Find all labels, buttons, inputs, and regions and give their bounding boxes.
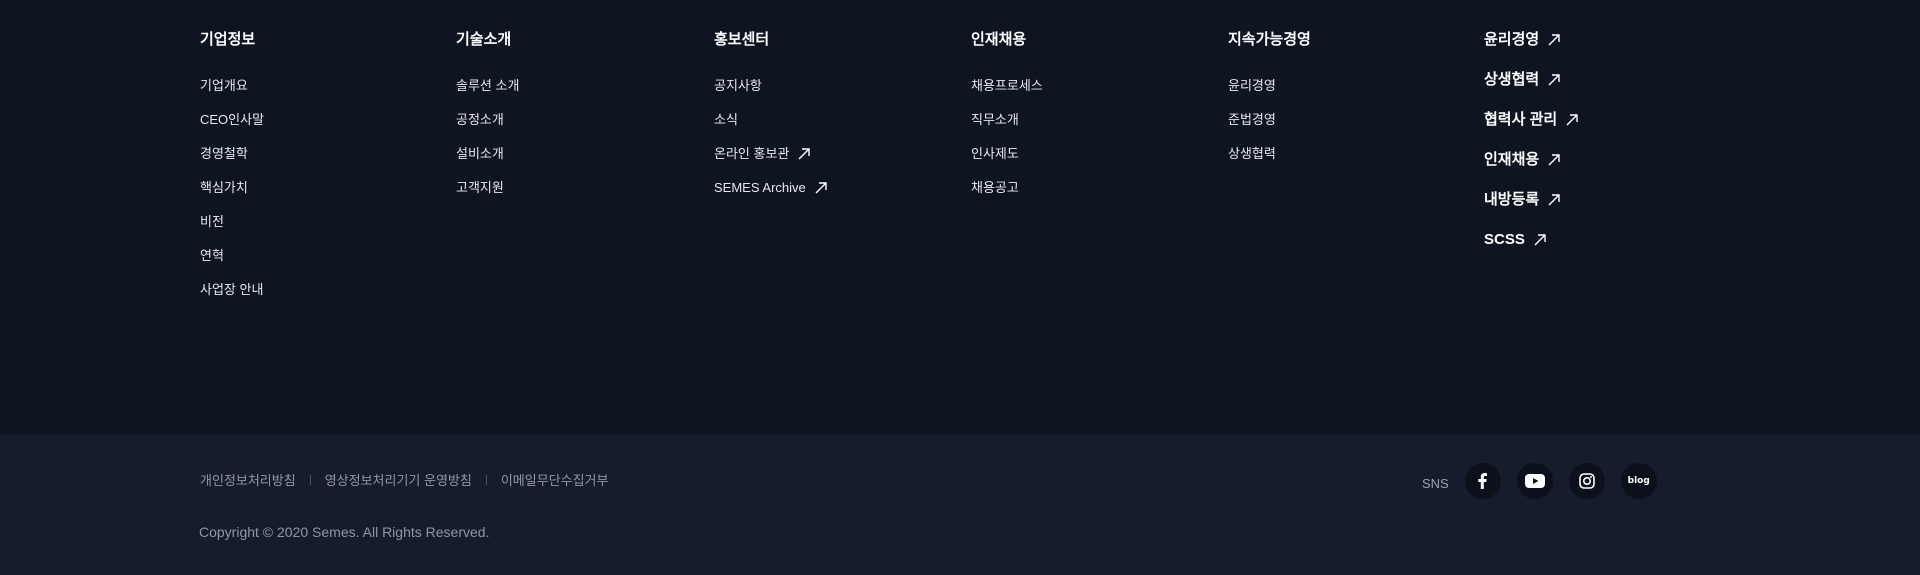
column-title[interactable]: 기업정보 <box>200 30 264 50</box>
policy-links: 개인정보처리방침 영상정보처리기기 운영방침 이메일무단수집거부 <box>200 470 608 489</box>
sitemap-column-technology: 기술소개 솔루션 소개 공정소개 설비소개 고객지원 <box>456 30 519 212</box>
sitemap-link[interactable]: 솔루션 소개 <box>456 76 519 110</box>
sitemap-link[interactable]: 경영철학 <box>200 144 264 178</box>
sitemap-link[interactable]: 사업장 안내 <box>200 280 264 314</box>
facebook-icon[interactable] <box>1464 463 1501 499</box>
sitemap-link[interactable]: 비전 <box>200 212 264 246</box>
quick-link[interactable]: 협력사 관리 <box>1484 110 1579 150</box>
footer-sitemap: 기업정보 기업개요 CEO인사말 경영철학 핵심가치 비전 연혁 사업장 안내 … <box>0 0 1920 434</box>
blog-icon[interactable]: blog <box>1620 463 1657 499</box>
sitemap-link[interactable]: 공지사항 <box>714 76 828 110</box>
column-title[interactable]: 인재채용 <box>971 30 1043 50</box>
privacy-policy-link[interactable]: 개인정보처리방침 <box>200 470 296 489</box>
sitemap-column-recruit: 인재채용 채용프로세스 직무소개 인사제도 채용공고 <box>971 30 1043 212</box>
sitemap-link[interactable]: 윤리경영 <box>1228 76 1311 110</box>
footer-bottom-bar: 개인정보처리방침 영상정보처리기기 운영방침 이메일무단수집거부 Copyrig… <box>0 434 1920 575</box>
youtube-icon[interactable] <box>1516 463 1553 499</box>
external-link-icon <box>1547 193 1561 207</box>
sns-links: SNS blog <box>1422 463 1657 499</box>
sitemap-link[interactable]: 인사제도 <box>971 144 1043 178</box>
quick-link[interactable]: 윤리경영 <box>1484 30 1579 70</box>
sitemap-link-external[interactable]: 온라인 홍보관 <box>714 144 828 178</box>
sitemap-link[interactable]: 설비소개 <box>456 144 519 178</box>
sitemap-link[interactable]: 연혁 <box>200 246 264 280</box>
sitemap-column-company: 기업정보 기업개요 CEO인사말 경영철학 핵심가치 비전 연혁 사업장 안내 <box>200 30 264 314</box>
sitemap-link[interactable]: 채용공고 <box>971 178 1043 212</box>
sitemap-link[interactable]: 채용프로세스 <box>971 76 1043 110</box>
external-link-icon <box>1547 33 1561 47</box>
external-link-icon <box>1565 113 1579 127</box>
sitemap-column-pr: 홍보센터 공지사항 소식 온라인 홍보관 SEMES Archive <box>714 30 828 212</box>
sitemap-link[interactable]: 소식 <box>714 110 828 144</box>
sitemap-link[interactable]: 공정소개 <box>456 110 519 144</box>
sitemap-link[interactable]: 준법경영 <box>1228 110 1311 144</box>
external-link-icon <box>1533 233 1547 247</box>
column-title[interactable]: 지속가능경영 <box>1228 30 1311 50</box>
quick-link[interactable]: 인재채용 <box>1484 150 1579 190</box>
column-title[interactable]: 홍보센터 <box>714 30 828 50</box>
external-link-icon <box>1547 73 1561 87</box>
external-link-icon <box>814 181 828 195</box>
sitemap-link[interactable]: 기업개요 <box>200 76 264 110</box>
instagram-icon[interactable] <box>1568 463 1605 499</box>
sns-label: SNS <box>1422 475 1449 491</box>
quick-link[interactable]: 내방등록 <box>1484 190 1579 230</box>
external-link-icon <box>1547 153 1561 167</box>
sitemap-link[interactable]: 상생협력 <box>1228 144 1311 178</box>
quick-links: 윤리경영 상생협력 협력사 관리 인재채용 내방등록 SCSS <box>1484 30 1579 270</box>
column-title[interactable]: 기술소개 <box>456 30 519 50</box>
cctv-policy-link[interactable]: 영상정보처리기기 운영방침 <box>325 470 472 489</box>
quick-link[interactable]: SCSS <box>1484 230 1579 270</box>
sitemap-link[interactable]: 고객지원 <box>456 178 519 212</box>
sitemap-link-external[interactable]: SEMES Archive <box>714 178 828 212</box>
divider <box>309 474 311 485</box>
divider <box>485 474 487 485</box>
quick-link[interactable]: 상생협력 <box>1484 70 1579 110</box>
external-link-icon <box>797 147 811 161</box>
email-collection-refusal-link[interactable]: 이메일무단수집거부 <box>501 470 609 489</box>
sitemap-link[interactable]: CEO인사말 <box>200 110 264 144</box>
sitemap-column-sustainability: 지속가능경영 윤리경영 준법경영 상생협력 <box>1228 30 1311 178</box>
sitemap-link[interactable]: 직무소개 <box>971 110 1043 144</box>
sitemap-link[interactable]: 핵심가치 <box>200 178 264 212</box>
copyright-text: Copyright © 2020 Semes. All Rights Reser… <box>199 524 490 540</box>
